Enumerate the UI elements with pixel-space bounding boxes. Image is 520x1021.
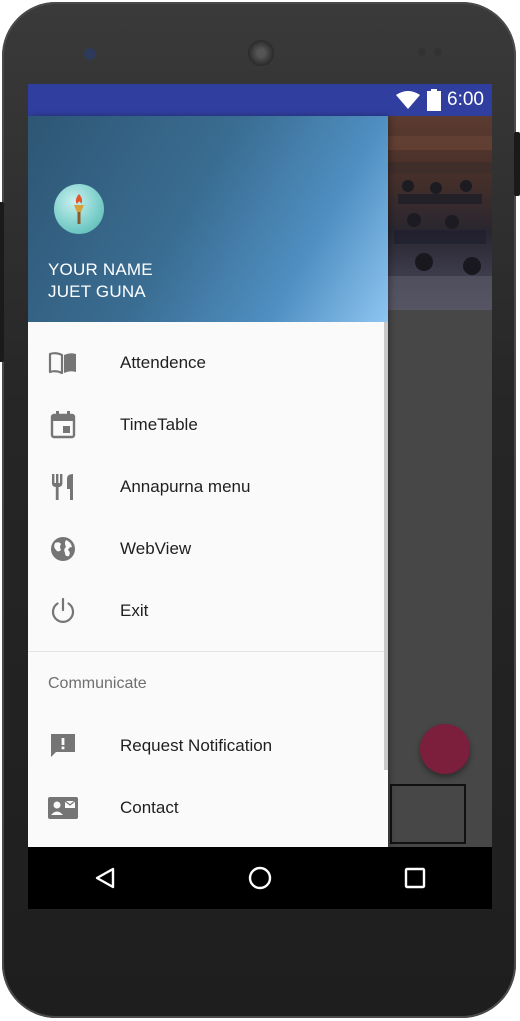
proximity-sensor [418, 48, 426, 56]
front-camera [84, 48, 96, 60]
volume-button [0, 202, 4, 362]
globe-icon [48, 534, 78, 564]
user-name: YOUR NAME [48, 260, 153, 279]
menu-item-request-notification[interactable]: Request Notification [28, 715, 384, 777]
power-side-button [514, 132, 520, 196]
book-open-icon [48, 348, 78, 378]
home-button[interactable] [240, 858, 280, 898]
content-card [390, 784, 466, 844]
menu-item-label: WebView [120, 539, 192, 558]
floating-action-button[interactable] [420, 724, 470, 774]
recents-button[interactable] [395, 858, 435, 898]
wifi-icon [396, 91, 421, 109]
power-icon [48, 596, 78, 626]
status-time: 6:00 [447, 89, 484, 110]
torch-logo-icon [74, 194, 84, 224]
light-sensor [434, 48, 442, 56]
menu-item-webview[interactable]: WebView [28, 518, 384, 580]
home-circle-icon [248, 866, 272, 890]
section-title: Communicate [48, 675, 147, 692]
menu-item-exit[interactable]: Exit [28, 580, 384, 642]
menu-item-label: TimeTable [120, 415, 198, 434]
menu-item-label: Request Notification [120, 736, 273, 755]
earpiece-speaker [248, 40, 274, 66]
drawer-header: YOUR NAME JUET GUNA [28, 116, 388, 322]
battery-icon [427, 89, 442, 111]
avatar[interactable] [54, 184, 104, 234]
menu-item-label: Exit [120, 601, 149, 620]
menu-item-contact[interactable]: Contact [28, 777, 384, 839]
menu-item-label: Contact [120, 798, 179, 817]
menu-item-timetable[interactable]: TimeTable [28, 394, 384, 456]
status-bar: 6:00 [28, 84, 492, 116]
menu-item-annapurna-menu[interactable]: Annapurna menu [28, 456, 384, 518]
scrollbar[interactable] [384, 322, 388, 770]
menu-item-label: Attendence [120, 353, 207, 372]
back-triangle-icon [96, 867, 115, 889]
menu-item-attendence[interactable]: Attendence [28, 332, 384, 394]
navigation-drawer: YOUR NAME JUET GUNA Attendence TimeTable… [28, 116, 388, 847]
back-button[interactable] [85, 858, 125, 898]
contact-card-icon [48, 793, 78, 823]
screen: 6:00 YOUR NAME JUET GUNA Attendence Time… [28, 84, 492, 909]
recents-square-icon [404, 867, 425, 889]
section-divider [28, 651, 384, 652]
menu-item-label: Annapurna menu [120, 477, 251, 496]
navigation-bar [28, 847, 492, 909]
restaurant-icon [48, 472, 78, 502]
feedback-icon [48, 731, 78, 761]
calendar-icon [48, 410, 78, 440]
user-subtitle: JUET GUNA [48, 282, 146, 301]
